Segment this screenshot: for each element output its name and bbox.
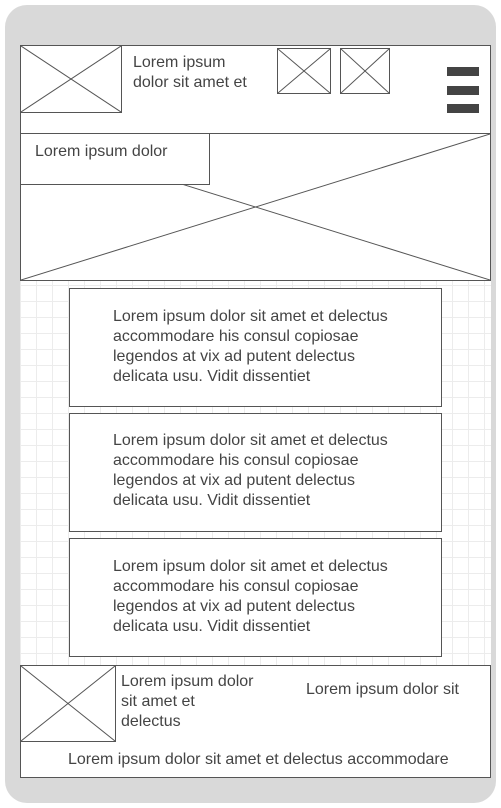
menu-bar (447, 86, 479, 95)
card-text: Lorem ipsum dolor sit amet et delectus a… (113, 308, 388, 385)
footer-thumb-caption: Lorem ipsum dolor sit amet et delectus (121, 673, 254, 730)
footer-side-text: Lorem ipsum dolor sit (306, 681, 459, 698)
content-card[interactable]: Lorem ipsum dolor sit amet et delectus a… (69, 288, 442, 407)
menu-bar (447, 67, 479, 76)
device-frame: Lorem ipsum dolor sit amet et Lorem ipsu… (5, 5, 496, 803)
screen: Lorem ipsum dolor sit amet et Lorem ipsu… (20, 45, 491, 778)
card-text: Lorem ipsum dolor sit amet et delectus a… (113, 558, 388, 635)
hamburger-icon[interactable] (447, 67, 479, 113)
content-card[interactable]: Lorem ipsum dolor sit amet et delectus a… (69, 538, 442, 657)
card-text: Lorem ipsum dolor sit amet et delectus a… (113, 432, 388, 509)
header-title: Lorem ipsum dolor sit amet et (133, 54, 247, 91)
header-bar: Lorem ipsum dolor sit amet et (20, 45, 491, 134)
hero-caption: Lorem ipsum dolor (35, 143, 168, 160)
footer-thumb-image-placeholder-icon[interactable] (20, 665, 116, 742)
menu-bar (447, 104, 479, 113)
header-action-image-placeholder-icon[interactable] (340, 48, 390, 94)
hero-caption-box: Lorem ipsum dolor (20, 133, 210, 185)
content-card[interactable]: Lorem ipsum dolor sit amet et delectus a… (69, 413, 442, 532)
logo-image-placeholder-icon[interactable] (20, 45, 122, 113)
footer-panel: Lorem ipsum dolor sit amet et delectus L… (20, 665, 491, 778)
header-action-image-placeholder-icon[interactable] (277, 48, 331, 94)
footer-bottom-text: Lorem ipsum dolor sit amet et delectus a… (68, 751, 449, 768)
